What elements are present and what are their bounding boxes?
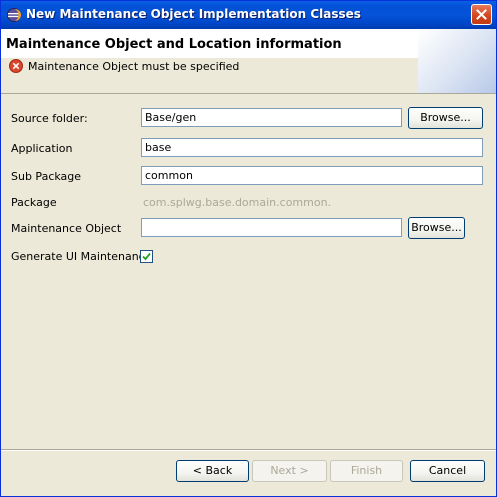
generate-ui-label: Generate UI Maintenance xyxy=(11,250,152,263)
maintenance-object-input[interactable] xyxy=(141,218,402,237)
title-bar[interactable]: New Maintenance Object Implementation Cl… xyxy=(1,1,496,29)
error-icon xyxy=(9,59,23,73)
maintenance-object-browse-button[interactable]: Browse... xyxy=(408,217,465,239)
back-button[interactable]: < Back xyxy=(176,460,249,482)
wizard-header: Maintenance Object and Location informat… xyxy=(1,29,496,94)
button-bar-separator xyxy=(1,449,496,451)
source-folder-browse-button[interactable]: Browse... xyxy=(408,107,483,129)
application-input[interactable] xyxy=(141,138,483,157)
error-message: Maintenance Object must be specified xyxy=(28,60,240,73)
sub-package-input[interactable] xyxy=(141,166,483,185)
generate-ui-checkbox[interactable] xyxy=(140,250,153,263)
close-button[interactable] xyxy=(471,4,492,25)
wizard-window: New Maintenance Object Implementation Cl… xyxy=(0,0,497,497)
cancel-button[interactable]: Cancel xyxy=(410,460,485,482)
finish-button[interactable]: Finish xyxy=(330,460,403,482)
package-label: Package xyxy=(11,196,57,209)
window-title: New Maintenance Object Implementation Cl… xyxy=(26,7,361,21)
page-title: Maintenance Object and Location informat… xyxy=(6,37,342,52)
application-label: Application xyxy=(11,142,73,155)
package-value: com.splwg.base.domain.common. xyxy=(143,196,332,209)
maintenance-object-label: Maintenance Object xyxy=(11,222,122,235)
source-folder-label: Source folder: xyxy=(11,112,88,125)
sub-package-label: Sub Package xyxy=(11,170,82,183)
header-banner-graphic xyxy=(418,29,496,93)
eclipse-icon xyxy=(6,7,22,23)
next-button[interactable]: Next > xyxy=(252,460,327,482)
source-folder-input[interactable] xyxy=(141,108,402,127)
checkmark-icon xyxy=(142,252,151,261)
close-icon xyxy=(476,9,487,20)
